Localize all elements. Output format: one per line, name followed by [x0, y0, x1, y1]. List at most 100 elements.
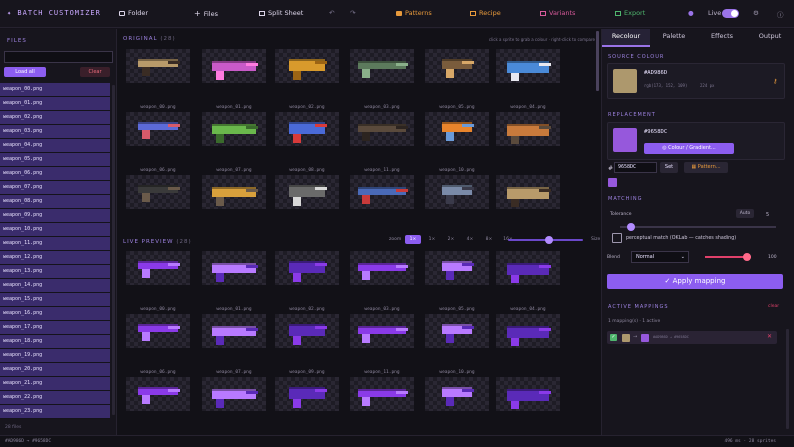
file-item[interactable]: weapon_04.png — [0, 139, 110, 153]
file-item[interactable]: weapon_12.png — [0, 251, 110, 265]
preview-sprite-cell[interactable] — [202, 314, 266, 348]
preview-sprite-cell[interactable] — [275, 377, 339, 411]
original-sprite-cell[interactable] — [425, 49, 489, 83]
blend-opacity-slider[interactable] — [705, 253, 751, 261]
file-item[interactable]: weapon_06.png — [0, 167, 110, 181]
file-item[interactable]: weapon_07.png — [0, 181, 110, 195]
original-sprite-cell[interactable] — [425, 112, 489, 146]
file-item[interactable]: weapon_05.png — [0, 153, 110, 167]
blend-select[interactable]: Normal ⌄ — [631, 251, 689, 263]
set-hex-button[interactable]: Set — [660, 162, 678, 173]
original-sprite-cell[interactable] — [275, 175, 339, 209]
clear-mappings-button[interactable]: clear — [768, 304, 779, 309]
original-sprite-cell[interactable] — [275, 112, 339, 146]
blend-opacity-thumb[interactable] — [743, 253, 751, 261]
mapping-enabled-checkbox[interactable]: ✓ — [610, 334, 617, 341]
file-item[interactable]: weapon_10.png — [0, 223, 110, 237]
undo-button[interactable]: ↶ — [329, 9, 334, 17]
sprite-area-scrollbar[interactable] — [596, 31, 599, 91]
original-sprite-cell[interactable] — [496, 175, 560, 209]
folder-button[interactable]: Folder — [119, 9, 148, 17]
tab-palette[interactable]: Palette — [650, 29, 698, 47]
file-item[interactable]: weapon_01.png — [0, 97, 110, 111]
original-sprite-cell[interactable] — [126, 175, 190, 209]
file-drop-zone[interactable] — [4, 51, 113, 63]
original-sprite-cell[interactable] — [350, 112, 414, 146]
file-item[interactable]: weapon_13.png — [0, 265, 110, 279]
original-sprite-cell[interactable] — [202, 49, 266, 83]
file-item[interactable]: weapon_20.png — [0, 363, 110, 377]
file-item[interactable]: weapon_11.png — [0, 237, 110, 251]
preview-sprite-cell[interactable] — [202, 251, 266, 285]
preview-sprite-cell[interactable] — [126, 251, 190, 285]
tolerance-slider-thumb[interactable] — [627, 223, 636, 231]
zoom-option-button[interactable]: 4× — [462, 235, 478, 244]
preview-sprite-cell[interactable] — [350, 314, 414, 348]
original-sprite-cell[interactable] — [275, 49, 339, 83]
zoom-option-button[interactable]: 8× — [481, 235, 497, 244]
preview-sprite-cell[interactable] — [425, 377, 489, 411]
preview-sprite-cell[interactable] — [202, 377, 266, 411]
info-button[interactable]: ⓘ — [777, 9, 784, 19]
settings-button[interactable]: ⚙ — [753, 9, 759, 17]
size-slider-thumb[interactable] — [545, 236, 553, 244]
file-item[interactable]: weapon_09.png — [0, 209, 110, 223]
mapping-row[interactable]: ✓ → #AD986D → #9658DC ✕ — [607, 331, 777, 344]
preview-sprite-cell[interactable] — [126, 314, 190, 348]
preview-sprite-cell[interactable] — [496, 251, 560, 285]
original-sprite-cell[interactable] — [202, 175, 266, 209]
file-item[interactable]: weapon_19.png — [0, 349, 110, 363]
file-item[interactable]: weapon_16.png — [0, 307, 110, 321]
original-sprite-cell[interactable] — [126, 49, 190, 83]
replacement-mini-swatch[interactable] — [608, 178, 617, 187]
file-list-scrollbar[interactable] — [112, 85, 115, 415]
file-item[interactable]: weapon_02.png — [0, 111, 110, 125]
recipe-button[interactable]: Recipe — [470, 9, 501, 17]
file-item[interactable]: weapon_22.png — [0, 391, 110, 405]
zoom-option-button[interactable]: 1× — [424, 235, 440, 244]
load-all-button[interactable]: Load all — [4, 67, 46, 77]
preview-sprite-cell[interactable] — [126, 377, 190, 411]
tolerance-slider[interactable] — [620, 223, 776, 231]
size-slider[interactable] — [508, 236, 583, 244]
patterns-button[interactable]: Patterns — [396, 9, 432, 17]
redo-button[interactable]: ↷ — [350, 9, 355, 17]
original-sprite-cell[interactable] — [425, 175, 489, 209]
zoom-option-button[interactable]: 2× — [443, 235, 459, 244]
preview-sprite-cell[interactable] — [350, 377, 414, 411]
preview-sprite-cell[interactable] — [275, 251, 339, 285]
theme-button[interactable]: ● — [688, 9, 694, 17]
export-button[interactable]: Export — [615, 9, 645, 17]
file-item[interactable]: weapon_23.png — [0, 405, 110, 419]
zoom-option-button[interactable]: 1× — [405, 235, 421, 244]
original-sprite-cell[interactable] — [496, 112, 560, 146]
file-item[interactable]: weapon_17.png — [0, 321, 110, 335]
preview-sprite-cell[interactable] — [425, 251, 489, 285]
original-sprite-cell[interactable] — [126, 112, 190, 146]
tab-output[interactable]: Output — [746, 29, 794, 47]
preview-sprite-cell[interactable] — [496, 377, 560, 411]
remove-mapping-icon[interactable]: ✕ — [767, 333, 772, 340]
file-item[interactable]: weapon_00.png — [0, 83, 110, 97]
pattern-button[interactable]: ▦ Pattern... — [684, 162, 728, 173]
clear-files-button[interactable]: Clear — [80, 67, 110, 77]
colour-gradient-button[interactable]: ◎ Colour / Gradient... — [644, 143, 734, 154]
file-item[interactable]: weapon_03.png — [0, 125, 110, 139]
file-item[interactable]: weapon_14.png — [0, 279, 110, 293]
original-sprite-cell[interactable] — [496, 49, 560, 83]
lock-icon[interactable]: ⚷ — [773, 78, 777, 85]
preview-sprite-cell[interactable] — [496, 314, 560, 348]
file-item[interactable]: weapon_15.png — [0, 293, 110, 307]
apply-mapping-button[interactable]: ✓ Apply mapping — [607, 274, 783, 289]
preview-sprite-cell[interactable] — [275, 314, 339, 348]
live-toggle[interactable] — [722, 9, 739, 18]
preview-sprite-cell[interactable] — [350, 251, 414, 285]
tab-recolour[interactable]: Recolour — [602, 29, 650, 47]
file-item[interactable]: weapon_08.png — [0, 195, 110, 209]
hex-input[interactable]: 9658DC — [614, 162, 657, 173]
source-colour-swatch[interactable] — [613, 69, 637, 93]
file-item[interactable]: weapon_18.png — [0, 335, 110, 349]
original-sprite-cell[interactable] — [350, 49, 414, 83]
original-sprite-cell[interactable] — [350, 175, 414, 209]
split-sheet-button[interactable]: Split Sheet — [259, 9, 303, 17]
